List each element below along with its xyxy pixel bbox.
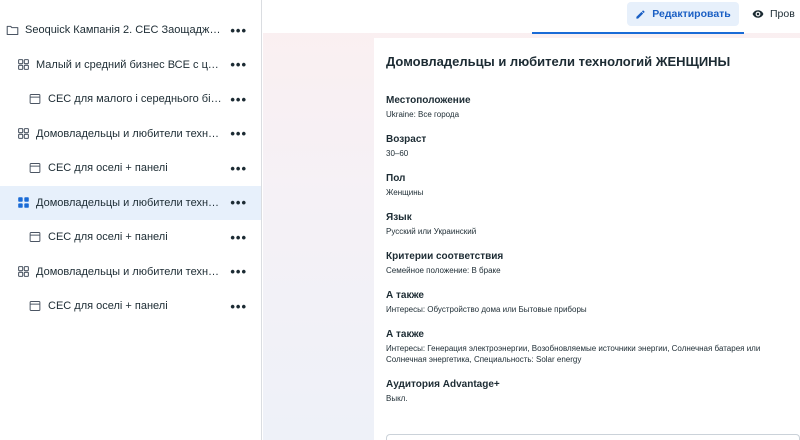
adset-details-card: Домовладельцы и любители технологий ЖЕНЩ… bbox=[374, 38, 800, 440]
adset-grid-icon bbox=[16, 196, 30, 210]
tree-item-label: СЕС для оселі + панелі bbox=[48, 231, 168, 244]
campaign-tree: Seoquick Кампанія 2. СЕС Заощаджуйте ••• М… bbox=[0, 0, 262, 440]
tree-item[interactable]: СЕС для малого і середнього бізнесу ••• bbox=[0, 82, 261, 117]
adset-title: Домовладельцы и любители технологий ЖЕНЩ… bbox=[386, 54, 731, 69]
ad-window-icon bbox=[28, 230, 42, 244]
more-options-icon[interactable]: ••• bbox=[230, 58, 247, 71]
tree-item-label: Домовладельцы и любители технологий bbox=[36, 127, 223, 140]
section-heading: А также bbox=[386, 290, 424, 301]
tree-item[interactable]: Домовладельцы и любители технологий ••• bbox=[0, 255, 261, 290]
more-options-icon[interactable]: ••• bbox=[230, 196, 247, 209]
section-value: Семейное положение: В браке bbox=[386, 266, 501, 275]
tree-item[interactable]: Малый и средний бизнес ВСЕ с целью ••• bbox=[0, 48, 261, 83]
adset-grid-icon bbox=[16, 127, 30, 141]
tree-item[interactable]: СЕС для оселі + панелі ••• bbox=[0, 220, 261, 255]
tree-rows: Seoquick Кампанія 2. СЕС Заощаджуйте ••• М… bbox=[0, 13, 261, 324]
tree-item[interactable]: СЕС для оселі + панелі ••• bbox=[0, 289, 261, 324]
targeting-section: А также Интересы: Обустройство дома или Б… bbox=[386, 289, 788, 315]
targeting-section: Пол Женщины bbox=[386, 172, 788, 198]
tree-item-label: Домовладельцы и любители технологий bbox=[36, 196, 223, 209]
targeting-section: Критерии соответствия Семейное положение:… bbox=[386, 250, 788, 276]
tree-item-label: Seoquick Кампанія 2. СЕС Заощаджуйте bbox=[25, 24, 223, 37]
section-heading: Возраст bbox=[386, 134, 427, 145]
tree-item-label: СЕС для малого і середнього бізнесу bbox=[48, 93, 223, 106]
tree-item-label: СЕС для оселі + панелі bbox=[48, 162, 168, 175]
more-options-icon[interactable]: ••• bbox=[230, 162, 247, 175]
ad-window-icon bbox=[28, 92, 42, 106]
section-heading: Критерии соответствия bbox=[386, 251, 504, 262]
targeting-section: Аудитория Advantage+ Выкл. bbox=[386, 378, 788, 404]
adset-grid-icon bbox=[16, 265, 30, 279]
targeting-section: Возраст 30–60 bbox=[386, 133, 788, 159]
more-options-icon[interactable]: ••• bbox=[230, 24, 247, 37]
active-tab-indicator bbox=[532, 32, 744, 34]
section-value: Интересы: Генерация электроэнергии, Возо… bbox=[386, 344, 761, 364]
tree-item[interactable]: Домовладельцы и любители технологий ••• bbox=[0, 117, 261, 152]
section-heading: Язык bbox=[386, 212, 412, 223]
ad-window-icon bbox=[28, 161, 42, 175]
section-heading: Пол bbox=[386, 173, 406, 184]
targeting-section: А также Интересы: Генерация электроэнерги… bbox=[386, 328, 788, 365]
section-value: Выкл. bbox=[386, 394, 408, 403]
adset-grid-icon bbox=[16, 58, 30, 72]
section-heading: Местоположение bbox=[386, 95, 471, 106]
section-value: Женщины bbox=[386, 188, 424, 197]
section-heading: А также bbox=[386, 329, 424, 340]
targeting-section: Язык Русский или Украинский bbox=[386, 211, 788, 237]
tree-item[interactable]: Seoquick Кампанія 2. СЕС Заощаджуйте ••• bbox=[0, 13, 261, 48]
pencil-icon bbox=[635, 9, 652, 20]
section-value: Ukraine: Все города bbox=[386, 110, 460, 119]
tree-item-label: СЕС для оселі + панелі bbox=[48, 300, 168, 313]
edit-button[interactable]: Редактировать bbox=[627, 2, 739, 26]
eye-icon bbox=[752, 8, 770, 20]
targeting-sections: Местоположение Ukraine: Все города Возраст… bbox=[386, 94, 788, 404]
section-value: Интересы: Обустройство дома или Бытовые … bbox=[386, 305, 587, 314]
preview-button-label: Пров bbox=[770, 8, 795, 20]
tree-item-label: Домовладельцы и любители технологий bbox=[36, 265, 223, 278]
tree-item[interactable]: СЕС для оселі + панелі ••• bbox=[0, 151, 261, 186]
edit-button-label: Редактировать bbox=[652, 8, 731, 20]
tree-item-label: Малый и средний бизнес ВСЕ с целью bbox=[36, 58, 223, 71]
section-value: 30–60 bbox=[386, 149, 409, 158]
folder-icon bbox=[5, 23, 19, 37]
more-options-icon[interactable]: ••• bbox=[230, 265, 247, 278]
preview-button[interactable]: Пров bbox=[752, 2, 800, 26]
ad-window-icon bbox=[28, 299, 42, 313]
targeting-section: Местоположение Ukraine: Все города bbox=[386, 94, 788, 120]
more-options-icon[interactable]: ••• bbox=[230, 300, 247, 313]
more-options-icon[interactable]: ••• bbox=[230, 231, 247, 244]
section-heading: Аудитория Advantage+ bbox=[386, 379, 500, 390]
advantage-audience-box bbox=[386, 434, 800, 440]
more-options-icon[interactable]: ••• bbox=[230, 127, 247, 140]
section-value: Русский или Украинский bbox=[386, 227, 477, 236]
more-options-icon[interactable]: ••• bbox=[230, 93, 247, 106]
tree-item[interactable]: Домовладельцы и любители технологий ••• bbox=[0, 185, 261, 220]
